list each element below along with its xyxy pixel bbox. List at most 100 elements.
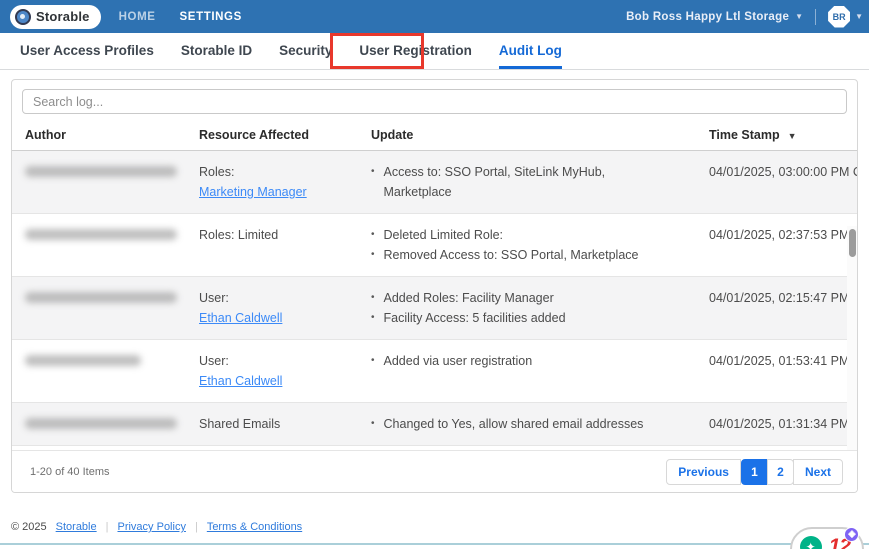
update-bullet-line: • Changed to Yes, allow shared email addr…	[371, 414, 696, 434]
bullet-icon: •	[371, 225, 375, 245]
update-cell: • Deleted Limited Role: • Removed Access to…	[358, 225, 696, 265]
table-row: Roles: Limited • Deleted Limited Role: • Re…	[12, 214, 857, 277]
assistant-spark-icon[interactable]: ✦	[800, 536, 822, 549]
update-text: Facility Access: 5 facilities added	[384, 308, 566, 328]
update-text: Removed Access to: SSO Portal, Marketpla…	[384, 245, 639, 265]
update-bullet-line: •Facility Access: 5 facilities added	[371, 308, 696, 328]
update-text: Changed to Yes, allow shared email addre…	[384, 414, 644, 434]
column-header-resource[interactable]: Resource Affected	[186, 128, 358, 142]
update-cell: •Access to: SSO Portal, SiteLink MyHub, …	[358, 162, 696, 202]
account-chevron-down-icon[interactable]: ▼	[795, 12, 803, 21]
bullet-icon: •	[371, 351, 375, 371]
page-footer: © 2025 Storable|Privacy Policy|Terms & C…	[11, 521, 302, 533]
avatar-chevron-down-icon[interactable]: ▼	[855, 12, 863, 21]
column-header-update[interactable]: Update	[358, 128, 696, 142]
storable-logo-icon	[15, 9, 31, 25]
resource-cell: Roles: Limited	[186, 225, 358, 265]
previous-page-button[interactable]: Previous	[666, 459, 741, 485]
timestamp-cell: 04/01/2025, 02:37:53 PM CST	[696, 225, 857, 265]
plus-badge-icon[interactable]: +	[844, 527, 859, 542]
table-scrollbar-thumb[interactable]	[849, 229, 856, 257]
navbar-right: Bob Ross Happy Ltl Storage ▼ BR ▼	[626, 6, 859, 28]
table-body: Roles: Marketing Manager •Access to: SSO…	[12, 151, 857, 460]
bottom-divider-line	[0, 543, 869, 545]
tab-audit-log[interactable]: Audit Log	[499, 33, 562, 69]
search-input[interactable]	[22, 89, 847, 114]
items-count: 1-20 of 40 Items	[30, 466, 110, 478]
tab-storable-id[interactable]: Storable ID	[181, 33, 252, 69]
nav-links: HOME SETTINGS	[119, 11, 242, 23]
table-header: Author Resource Affected Update Time Sta…	[12, 122, 857, 151]
resource-link[interactable]: Ethan Caldwell	[199, 371, 282, 391]
bullet-icon: •	[371, 414, 375, 434]
page-number-group: 12	[741, 459, 794, 485]
resource-cell: User: Ethan Caldwell	[186, 288, 358, 328]
redacted-author-text	[25, 418, 177, 429]
update-cell: • Added via user registration	[358, 351, 696, 391]
resource-link[interactable]: Ethan Caldwell	[199, 308, 282, 328]
footer-link-storable[interactable]: Storable	[56, 521, 97, 533]
tab-user-access-profiles[interactable]: User Access Profiles	[20, 33, 154, 69]
resource-cell: Shared Emails	[186, 414, 358, 434]
update-cell: • Changed to Yes, allow shared email addr…	[358, 414, 696, 434]
help-widget[interactable]: ✦ 12 +	[790, 527, 864, 549]
resource-label: User:	[199, 351, 358, 371]
update-bullet-line: •Added Roles: Facility Manager	[371, 288, 696, 308]
tab-user-registration[interactable]: User Registration	[359, 33, 472, 69]
nav-link-settings[interactable]: SETTINGS	[180, 11, 242, 23]
widget-notification-count: 12 +	[829, 535, 850, 549]
table-row: Roles: Marketing Manager •Access to: SSO…	[12, 151, 857, 214]
timestamp-cell: 04/01/2025, 01:31:34 PM CST	[696, 414, 857, 434]
resource-cell: Roles: Marketing Manager	[186, 162, 358, 202]
settings-tabbar: User Access Profiles Storable ID Securit…	[0, 33, 869, 70]
update-text: Added via user registration	[384, 351, 533, 371]
page-button-1[interactable]: 1	[741, 459, 768, 485]
table-row: User: Ethan Caldwell • Added via user reg…	[12, 340, 857, 403]
resource-label: Roles: Limited	[199, 225, 358, 245]
column-header-timestamp[interactable]: Time Stamp ▼	[696, 128, 857, 142]
redacted-author-text	[25, 355, 141, 366]
footer-separator: |	[195, 521, 198, 533]
update-text: Added Roles: Facility Manager	[384, 288, 554, 308]
sort-desc-icon[interactable]: ▼	[788, 131, 797, 141]
navbar-divider	[815, 9, 816, 25]
resource-label: Roles:	[199, 162, 358, 182]
redacted-author-text	[25, 292, 177, 303]
update-bullet-line: • Removed Access to: SSO Portal, Marketpl…	[371, 245, 696, 265]
resource-link[interactable]: Marketing Manager	[199, 182, 307, 202]
footer-link-privacy-policy[interactable]: Privacy Policy	[117, 521, 185, 533]
author-cell	[12, 414, 186, 434]
update-bullet-line: •Access to: SSO Portal, SiteLink MyHub, …	[371, 162, 696, 202]
table-footer: 1-20 of 40 Items Previous 12 Next	[12, 450, 857, 492]
search-bar	[12, 80, 857, 122]
author-cell	[12, 162, 186, 202]
nav-link-home[interactable]: HOME	[119, 11, 156, 23]
update-text: Deleted Limited Role:	[384, 225, 504, 245]
page-button-2[interactable]: 2	[767, 459, 794, 485]
storable-logo[interactable]: Storable	[10, 5, 101, 29]
resource-label: User:	[199, 288, 358, 308]
update-bullet-line: • Deleted Limited Role:	[371, 225, 696, 245]
table-row: User: Ethan Caldwell •Added Roles: Facil…	[12, 277, 857, 340]
avatar[interactable]: BR	[828, 6, 850, 28]
column-header-author[interactable]: Author	[12, 128, 186, 142]
author-cell	[12, 288, 186, 328]
resource-label: Shared Emails	[199, 414, 358, 434]
table-row: Shared Emails • Changed to Yes, allow sha…	[12, 403, 857, 446]
update-bullet-line: • Added via user registration	[371, 351, 696, 371]
next-page-button[interactable]: Next	[793, 459, 843, 485]
pagination: Previous 12 Next	[666, 459, 843, 485]
bullet-icon: •	[371, 245, 375, 265]
timestamp-header-label: Time Stamp	[709, 128, 780, 142]
tab-security[interactable]: Security	[279, 33, 332, 69]
redacted-author-text	[25, 229, 177, 240]
brand-name: Storable	[36, 9, 90, 24]
footer-link-terms-conditions[interactable]: Terms & Conditions	[207, 521, 302, 533]
account-name[interactable]: Bob Ross Happy Ltl Storage	[626, 11, 789, 23]
top-navbar: Storable HOME SETTINGS Bob Ross Happy Lt…	[0, 0, 869, 33]
author-cell	[12, 225, 186, 265]
audit-log-card: Author Resource Affected Update Time Sta…	[11, 79, 858, 493]
resource-cell: User: Ethan Caldwell	[186, 351, 358, 391]
timestamp-cell: 04/01/2025, 03:00:00 PM CST	[696, 162, 857, 202]
redacted-author-text	[25, 166, 177, 177]
